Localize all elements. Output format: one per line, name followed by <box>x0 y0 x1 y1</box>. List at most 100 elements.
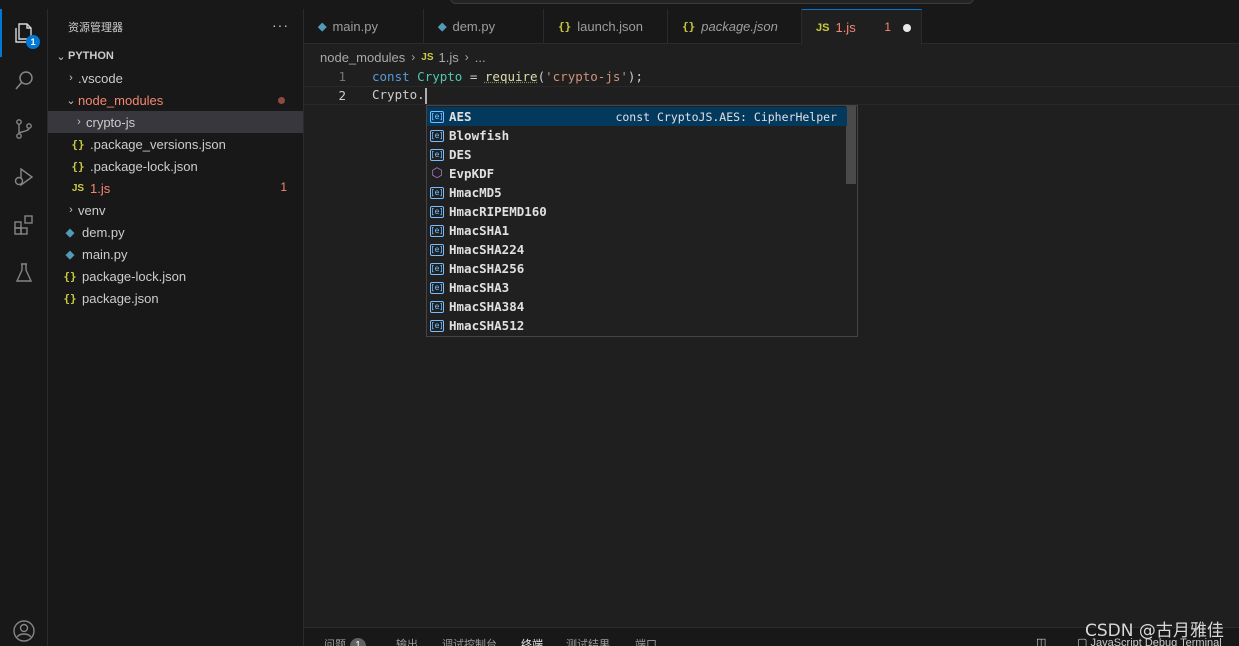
line-number: 2 <box>338 88 346 103</box>
split-terminal-icon[interactable]: ◫ <box>1036 636 1046 646</box>
suggest-label: HmacSHA1 <box>449 223 510 238</box>
field-icon: [e] <box>430 300 444 313</box>
tab-dem-py[interactable]: ◆ dem.py <box>424 9 544 44</box>
modified-dot <box>278 97 285 104</box>
tab-problems[interactable]: 问题 1 <box>324 636 366 646</box>
tab-test-results[interactable]: 测试结果 <box>566 636 610 646</box>
chevron-right-icon: › <box>69 72 73 84</box>
tab-output[interactable]: 输出 <box>396 636 418 646</box>
field-icon: [e] <box>430 129 444 142</box>
suggest-item[interactable]: [e] HmacSHA384 <box>427 297 847 316</box>
suggest-item[interactable]: [e] AES const CryptoJS.AES: CipherHelper <box>427 107 847 126</box>
explorer-badge: 1 <box>26 35 40 49</box>
tab-1-js[interactable]: JS 1.js 1 <box>802 9 922 45</box>
suggest-detail: const CryptoJS.AES: CipherHelper <box>615 109 837 124</box>
suggest-item[interactable]: [e] HmacMD5 <box>427 183 847 202</box>
tree-item-package-json[interactable]: {} package.json <box>48 287 303 309</box>
suggest-item[interactable]: [e] HmacRIPEMD160 <box>427 202 847 221</box>
suggest-item[interactable]: [e] HmacSHA512 <box>427 316 847 335</box>
chevron-down-icon: ⌄ <box>56 50 66 63</box>
tab-launch-json[interactable]: {} launch.json <box>544 9 668 44</box>
suggest-item[interactable]: [e] HmacSHA1 <box>427 221 847 240</box>
json-icon: {} <box>682 20 696 33</box>
breadcrumb-symbol[interactable]: ... <box>475 50 486 65</box>
chevron-right-icon: › <box>411 50 416 64</box>
tree-item-crypto-js[interactable]: › crypto-js <box>48 111 303 133</box>
tab-terminal[interactable]: 终端 <box>521 636 543 646</box>
suggest-item[interactable]: [e] HmacSHA3 <box>427 278 847 297</box>
search-icon[interactable] <box>0 57 48 105</box>
explorer-sidebar: 资源管理器 ··· ⌄ PYTHON › .vscode ⌄ node_modu… <box>48 9 304 646</box>
unsaved-dot-icon[interactable] <box>903 24 911 32</box>
breadcrumb-folder[interactable]: node_modules <box>320 50 405 65</box>
field-icon: [e] <box>430 243 444 256</box>
watermark: CSDN @古月雅佳 <box>1085 621 1224 641</box>
js-icon: JS <box>816 21 830 34</box>
suggest-label: DES <box>449 147 472 162</box>
tree-item-package-versions[interactable]: {} .package_versions.json <box>48 133 303 155</box>
field-icon: [e] <box>430 186 444 199</box>
json-icon: {} <box>71 159 85 173</box>
tree-item-dot-package-lock[interactable]: {} .package-lock.json <box>48 155 303 177</box>
suggest-item[interactable]: [e] HmacSHA256 <box>427 259 847 278</box>
chevron-right-icon: › <box>69 204 73 216</box>
tab-ports[interactable]: 端口 <box>635 636 657 646</box>
explorer-icon[interactable]: 1 <box>0 9 48 57</box>
suggest-label: HmacRIPEMD160 <box>449 204 547 219</box>
breadcrumb-file[interactable]: 1.js <box>439 50 459 65</box>
suggest-item[interactable]: [e] HmacSHA224 <box>427 240 847 259</box>
json-icon: {} <box>71 137 85 151</box>
field-icon: [e] <box>430 281 444 294</box>
tree-item-vscode[interactable]: › .vscode <box>48 67 303 89</box>
python-icon: ◆ <box>65 226 75 239</box>
tab-debug-console[interactable]: 调试控制台 <box>442 636 497 646</box>
json-icon: {} <box>558 20 572 33</box>
breadcrumb: node_modules › JS 1.js › ... <box>320 47 486 67</box>
tree-item-package-lock[interactable]: {} package-lock.json <box>48 265 303 287</box>
workspace-root[interactable]: ⌄ PYTHON <box>48 45 303 67</box>
python-icon: ◆ <box>65 248 75 261</box>
chevron-right-icon: › <box>77 116 81 128</box>
account-icon[interactable] <box>0 607 48 646</box>
more-actions-icon[interactable]: ··· <box>272 17 289 33</box>
run-debug-icon[interactable] <box>0 153 48 201</box>
python-icon: ◆ <box>318 21 327 33</box>
sidebar-title: 资源管理器 <box>68 22 123 34</box>
tree-item-main-py[interactable]: ◆ main.py <box>48 243 303 265</box>
suggest-label: HmacSHA384 <box>449 299 525 314</box>
chevron-right-icon: › <box>464 50 469 64</box>
tree-item-venv[interactable]: › venv <box>48 199 303 221</box>
suggest-label: Blowfish <box>449 128 510 143</box>
suggest-item[interactable]: [e] Blowfish <box>427 126 847 145</box>
suggest-item[interactable]: ⬡ EvpKDF <box>427 164 847 183</box>
code-text: Crypto. <box>372 87 427 104</box>
code-line: 1 const Crypto = require('crypto-js'); <box>304 67 1239 86</box>
tree-item-dem-py[interactable]: ◆ dem.py <box>48 221 303 243</box>
suggest-label: HmacMD5 <box>449 185 502 200</box>
tree-item-1-js[interactable]: JS 1.js 1 <box>48 177 303 199</box>
testing-icon[interactable] <box>0 249 48 297</box>
command-center[interactable] <box>450 0 974 4</box>
module-icon: ⬡ <box>431 165 443 181</box>
suggest-item[interactable]: [e] DES <box>427 145 847 164</box>
problem-count: 1 <box>884 20 891 34</box>
source-control-icon[interactable] <box>0 105 48 153</box>
field-icon: [e] <box>430 319 444 332</box>
text-cursor <box>424 87 427 104</box>
tree-item-node-modules[interactable]: ⌄ node_modules <box>48 89 303 111</box>
extensions-icon[interactable] <box>0 201 48 249</box>
suggest-label: AES <box>449 109 472 124</box>
tab-bar: ◆ main.py ◆ dem.py {} launch.json {} pac… <box>304 9 1239 45</box>
suggest-label: EvpKDF <box>449 166 495 181</box>
suggest-scrollbar[interactable] <box>846 106 856 184</box>
code-text: const Crypto = require('crypto-js'); <box>372 69 643 84</box>
tab-main-py[interactable]: ◆ main.py <box>304 9 424 44</box>
suggest-label: HmacSHA3 <box>449 280 510 295</box>
tab-package-json[interactable]: {} package.json <box>668 9 802 44</box>
chevron-down-icon: ⌄ <box>66 94 76 107</box>
code-line-current: 2 Crypto. <box>304 86 1239 105</box>
field-icon: [e] <box>430 224 444 237</box>
suggest-label: HmacSHA224 <box>449 242 525 257</box>
suggest-label: HmacSHA512 <box>449 318 525 333</box>
title-bar <box>0 0 1239 9</box>
